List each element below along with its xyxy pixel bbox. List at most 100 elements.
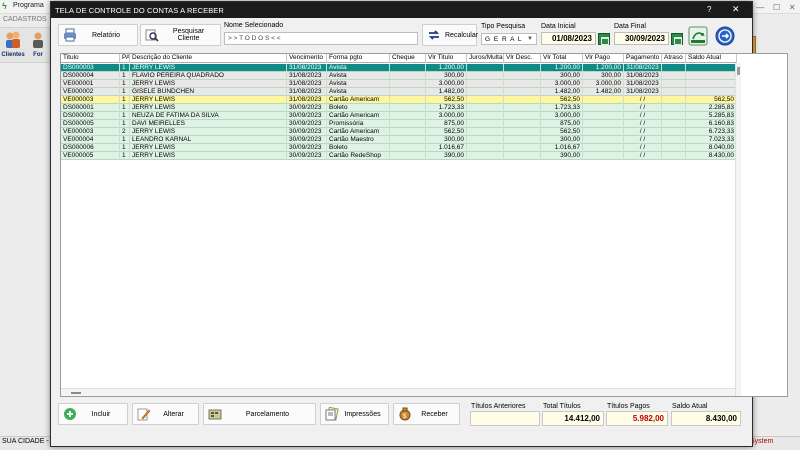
col-juros-multa[interactable]: Juros/Multa — [467, 54, 504, 63]
cell-vlr-pago — [583, 104, 624, 112]
cell-atraso — [662, 128, 686, 136]
table-row[interactable]: VE000005 1 JERRY LEWIS 30/09/2023 Cartão Red… — [61, 152, 737, 160]
col-saldo-atual[interactable]: Saldo Atual — [686, 54, 737, 63]
relatorio-button[interactable]: Relatório — [58, 24, 138, 46]
scroll-thumb[interactable] — [71, 392, 81, 394]
cell-pagamento: / / — [624, 96, 662, 104]
scroll-thumb[interactable] — [737, 67, 740, 75]
menu-cadastros[interactable]: CADASTROS — [0, 14, 50, 26]
cell-pagamento: 31/08/2023 — [624, 80, 662, 88]
parcelamento-button[interactable]: Parcelamento — [203, 403, 316, 425]
cell-juros-multa — [467, 128, 504, 136]
window-title: TELA DE CONTROLE DO CONTAS A RECEBER — [55, 6, 224, 15]
col-descricao-cliente[interactable]: Descrição do Cliente — [130, 54, 287, 63]
cell-vlr-pago — [583, 120, 624, 128]
incluir-button[interactable]: Incluir — [58, 403, 128, 425]
nome-selecionado-field[interactable]: > > T O D O S < < — [224, 32, 418, 45]
cell-juros-multa — [467, 64, 504, 72]
cell-vlr-titulo: 1.482,00 — [426, 88, 467, 96]
table-row[interactable]: DS000005 1 DAVI MEIRELLES 30/09/2023 Promiss… — [61, 120, 737, 128]
data-final-field[interactable]: 30/09/2023 — [614, 32, 669, 45]
minimize-icon[interactable]: — — [756, 3, 764, 12]
cell-atraso — [662, 112, 686, 120]
cell-pa: 1 — [120, 152, 130, 160]
cell-vlr-pago — [583, 128, 624, 136]
cell-titulo: DS000001 — [61, 104, 120, 112]
cell-saldo-atual: 7.023,33 — [686, 136, 737, 144]
table-row[interactable]: DS000006 1 JERRY LEWIS 30/09/2023 Boleto 1.01… — [61, 144, 737, 152]
total-titulos-label: Total Títulos — [543, 403, 581, 410]
cell-juros-multa — [467, 120, 504, 128]
cell-juros-multa — [467, 72, 504, 80]
cell-vlr-titulo: 562,50 — [426, 128, 467, 136]
receber-button[interactable]: $ Receber — [393, 403, 460, 425]
pesquisar-cliente-button[interactable]: Pesquisar Cliente — [140, 24, 221, 46]
table-row[interactable]: VE000002 1 GISELE BÜNDCHEN 31/08/2023 Avista… — [61, 88, 737, 96]
cell-saldo-atual: 6.723,33 — [686, 128, 737, 136]
table-row[interactable]: DS000002 1 NEUZA DE FATIMA DA SILVA 30/09/2… — [61, 112, 737, 120]
table-row[interactable]: VE000003 1 JERRY LEWIS 31/08/2023 Cartão Ame… — [61, 96, 737, 104]
alterar-button[interactable]: Alterar — [132, 403, 199, 425]
cell-forma-pgto: Cartão Americam — [327, 96, 390, 104]
table-row[interactable]: VE000001 1 JERRY LEWIS 31/08/2023 Avista 3.00… — [61, 80, 737, 88]
col-pa[interactable]: PA — [120, 54, 130, 63]
nome-selecionado-label: Nome Selecionado — [224, 22, 284, 29]
cell-vlr-pago — [583, 96, 624, 104]
help-icon[interactable]: ? — [707, 5, 711, 14]
tipo-pesquisa-select[interactable]: G E R A L ▼ — [481, 33, 537, 45]
cell-vlr-desc — [504, 152, 541, 160]
cell-forma-pgto: Boleto — [327, 104, 390, 112]
col-vlr-titulo[interactable]: Vlr Titulo — [426, 54, 467, 63]
cell-forma-pgto: Cartão RedeShop — [327, 152, 390, 160]
window-titlebar: TELA DE CONTROLE DO CONTAS A RECEBER ? ✕ — [51, 2, 752, 18]
close-icon[interactable]: ✕ — [789, 3, 796, 12]
recalcular-button[interactable]: Recalcular — [422, 24, 478, 46]
cell-titulo: DS000002 — [61, 112, 120, 120]
data-inicial-calendar-icon[interactable] — [598, 33, 610, 45]
table-row[interactable]: VE000004 1 LEANDRO KARNAL 30/09/2023 Cartão … — [61, 136, 737, 144]
horizontal-scrollbar[interactable] — [61, 388, 735, 396]
data-final-calendar-icon[interactable] — [671, 33, 683, 45]
col-vencimento[interactable]: Vencimento — [287, 54, 327, 63]
contas-receber-grid[interactable]: Titulo PA Descrição do Cliente Venciment… — [60, 53, 788, 397]
cell-juros-multa — [467, 96, 504, 104]
col-vlr-desc[interactable]: Vlr Desc. — [504, 54, 541, 63]
cell-cliente: DAVI MEIRELLES — [130, 120, 287, 128]
cell-vlr-desc — [504, 64, 541, 72]
clientes-tool-button[interactable]: Clientes — [1, 30, 25, 58]
impressoes-button[interactable]: Impressões — [320, 403, 389, 425]
cell-vlr-pago — [583, 112, 624, 120]
cell-pa: 1 — [120, 88, 130, 96]
recalculate-arrows-icon — [428, 30, 440, 40]
cell-vlr-titulo: 1.200,00 — [426, 64, 467, 72]
col-cheque[interactable]: Cheque — [390, 54, 426, 63]
col-vlr-total[interactable]: Vlr Total — [541, 54, 583, 63]
col-vlr-pago[interactable]: Vlr Pago — [583, 54, 624, 63]
export-excel-icon[interactable] — [688, 26, 708, 46]
table-row[interactable]: DS000003 1 JERRY LEWIS 31/08/2023 Avista 1.20… — [61, 64, 737, 72]
col-pagamento[interactable]: Pagamento — [624, 54, 662, 63]
cell-titulo: VE000003 — [61, 96, 120, 104]
table-row[interactable]: VE000003 2 JERRY LEWIS 30/09/2023 Cartão Ame… — [61, 128, 737, 136]
col-atraso[interactable]: Atraso — [662, 54, 686, 63]
close-icon[interactable]: ✕ — [732, 4, 740, 15]
col-forma-pgto[interactable]: Forma pgto — [327, 54, 390, 63]
col-titulo[interactable]: Titulo — [61, 54, 120, 63]
relatorio-label: Relatório — [91, 31, 120, 39]
vertical-scrollbar[interactable] — [735, 63, 741, 396]
exit-arrow-icon[interactable] — [715, 26, 735, 46]
cell-saldo-atual — [686, 80, 737, 88]
cell-pagamento: / / — [624, 128, 662, 136]
money-bag-icon: $ — [399, 407, 411, 421]
cell-vlr-desc — [504, 88, 541, 96]
installments-icon — [208, 409, 222, 420]
table-row[interactable]: DS000001 1 JERRY LEWIS 30/09/2023 Boleto 1.72… — [61, 104, 737, 112]
cell-cheque — [390, 144, 426, 152]
table-row[interactable]: DS000004 1 FLAVIO PEREIRA QUADRADO 31/08/20… — [61, 72, 737, 80]
cell-vlr-total: 390,00 — [541, 152, 583, 160]
maximize-icon[interactable]: ☐ — [773, 3, 780, 12]
cell-titulo: DS000006 — [61, 144, 120, 152]
data-inicial-field[interactable]: 01/08/2023 — [541, 32, 596, 45]
cell-vlr-pago — [583, 136, 624, 144]
fornecedores-tool-button[interactable]: For — [27, 30, 49, 58]
